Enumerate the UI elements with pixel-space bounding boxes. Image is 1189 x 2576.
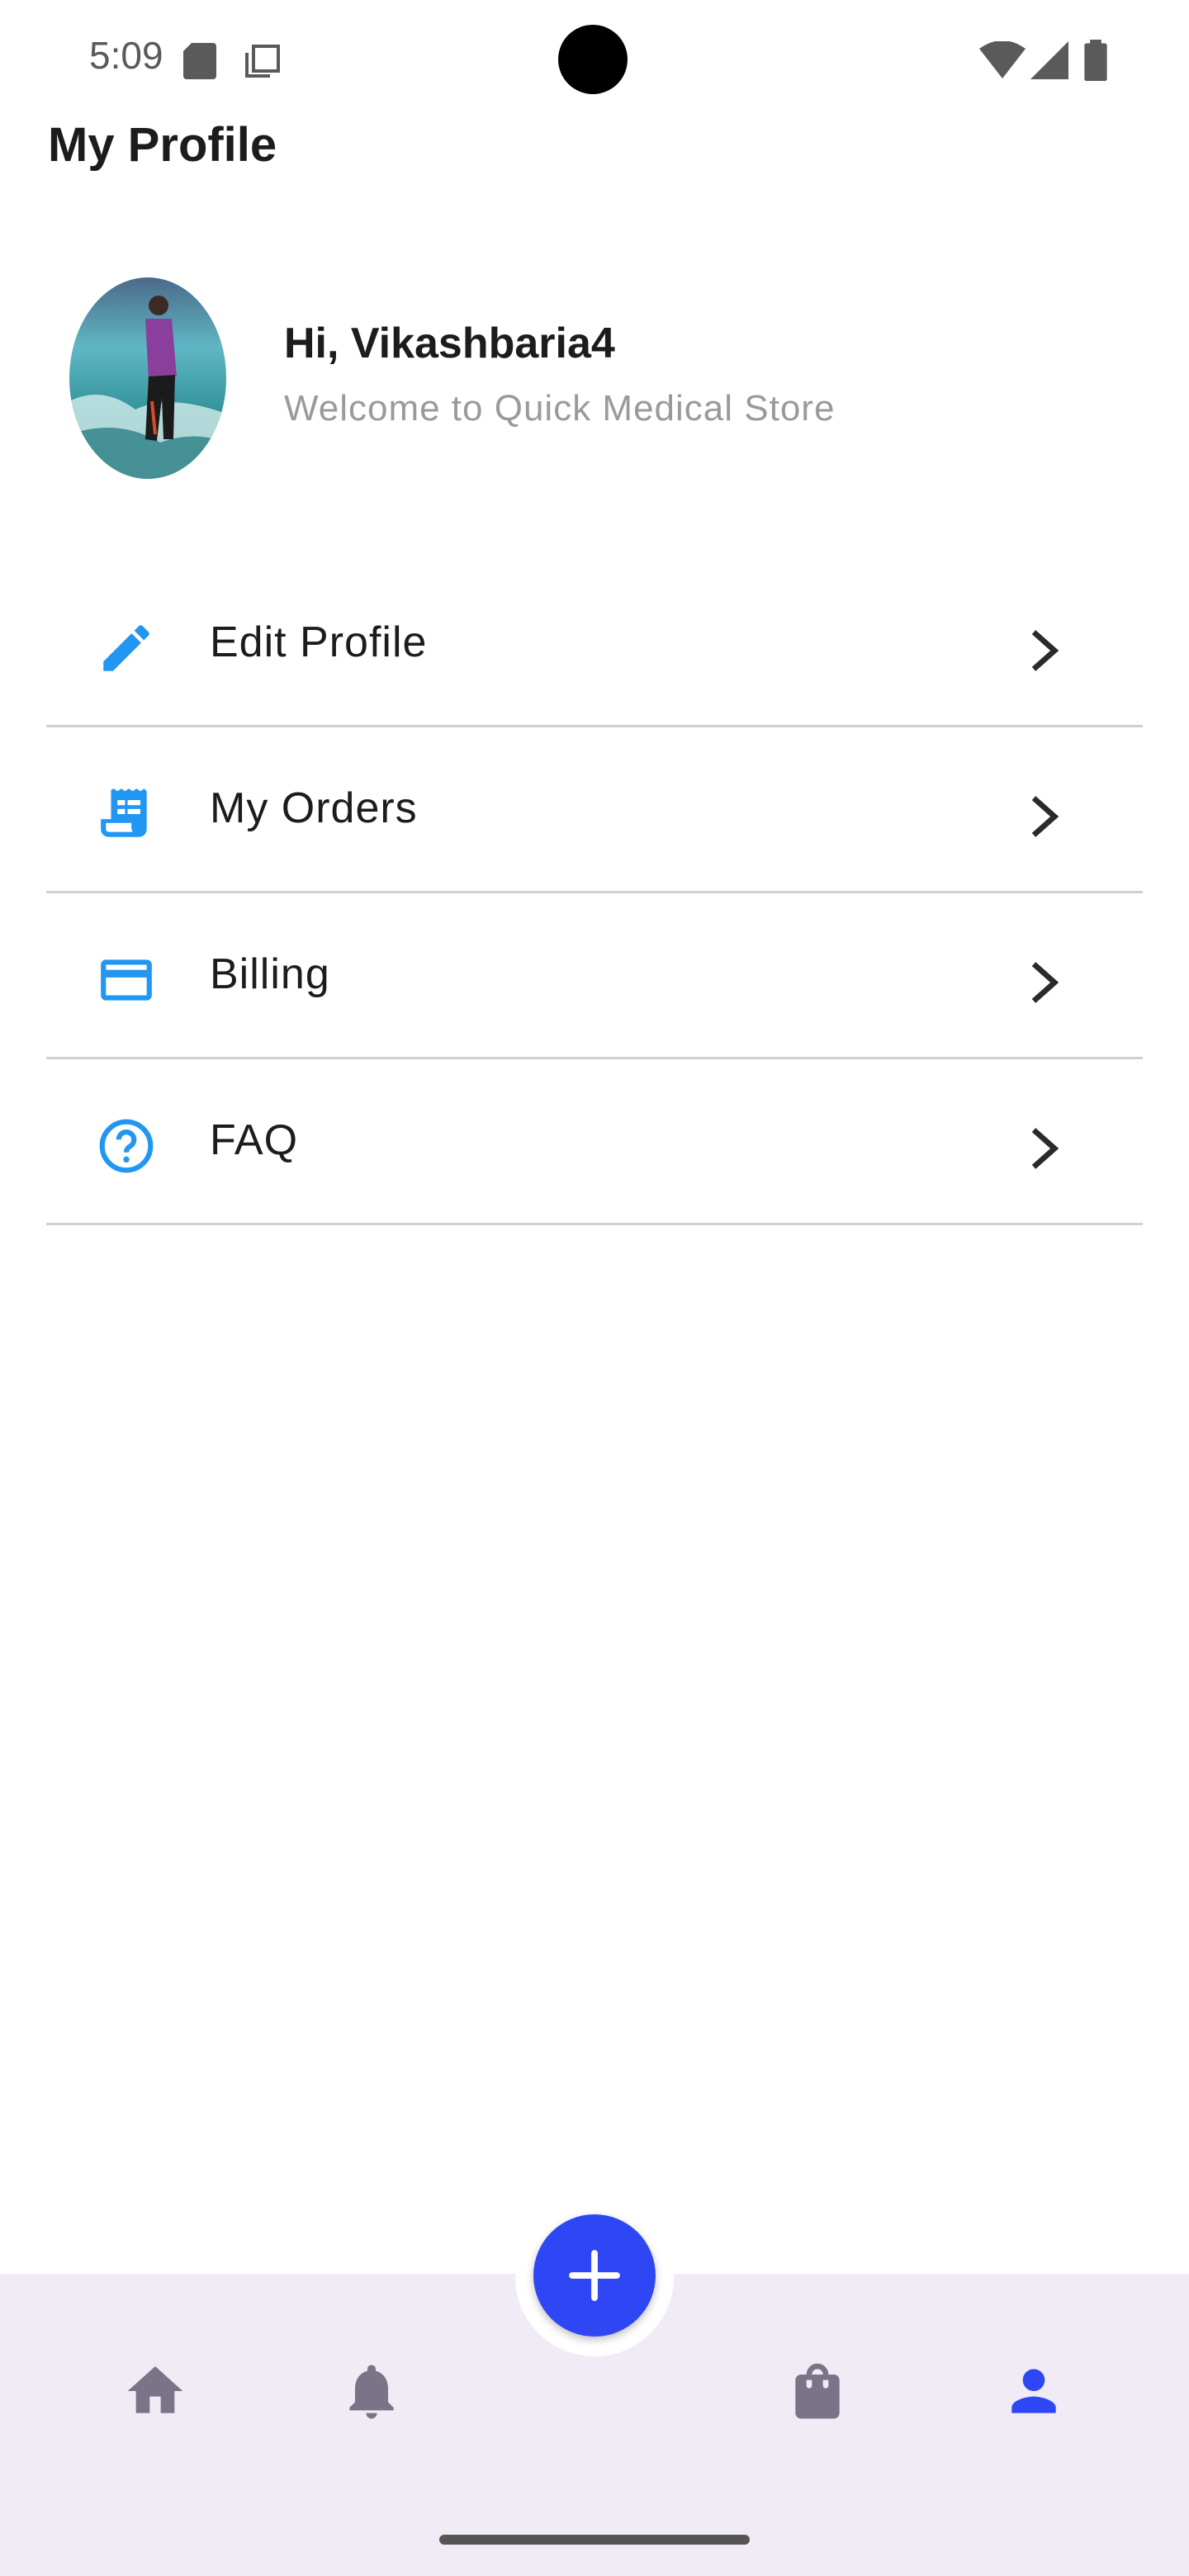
menu-item-label: FAQ — [210, 1116, 299, 1164]
avatar[interactable] — [69, 277, 226, 479]
home-icon[interactable] — [122, 2358, 188, 2424]
chevron-right-icon — [1031, 1128, 1059, 1169]
pencil-icon — [103, 625, 149, 671]
bell-icon[interactable] — [339, 2358, 405, 2424]
help-circle-icon — [99, 1119, 154, 1173]
menu-item-label: Billing — [210, 950, 330, 998]
profile-menu: Edit Profile My Orders Billing FAQ — [46, 561, 1143, 1225]
menu-item-faq[interactable]: FAQ — [46, 1059, 1143, 1225]
sd-card-icon — [183, 43, 216, 79]
battery-icon — [1084, 40, 1107, 81]
chevron-right-icon — [1031, 630, 1059, 671]
page-title: My Profile — [48, 118, 277, 172]
signal-icon — [1030, 41, 1068, 79]
add-button[interactable] — [533, 2214, 656, 2337]
menu-item-edit-profile[interactable]: Edit Profile — [46, 561, 1143, 727]
chevron-right-icon — [1031, 796, 1059, 837]
status-time: 5:09 — [89, 34, 163, 77]
copy-icon — [245, 45, 280, 78]
receipt-icon — [101, 788, 147, 837]
chevron-right-icon — [1031, 962, 1059, 1003]
menu-item-label: My Orders — [210, 784, 418, 832]
credit-card-icon — [101, 959, 152, 1001]
status-bar: 5:09 — [0, 0, 1189, 116]
shopping-bag-icon[interactable] — [784, 2358, 850, 2424]
wifi-icon — [979, 41, 1026, 78]
camera-cutout — [558, 25, 628, 94]
profile-greeting: Hi, Vikashbaria4 — [284, 320, 615, 367]
menu-item-label: Edit Profile — [210, 618, 428, 666]
person-icon[interactable] — [1001, 2358, 1067, 2424]
menu-item-billing[interactable]: Billing — [46, 893, 1143, 1059]
menu-item-my-orders[interactable]: My Orders — [46, 727, 1143, 893]
profile-subtitle: Welcome to Quick Medical Store — [284, 388, 836, 429]
home-indicator[interactable] — [439, 2535, 750, 2545]
plus-icon — [569, 2250, 620, 2301]
